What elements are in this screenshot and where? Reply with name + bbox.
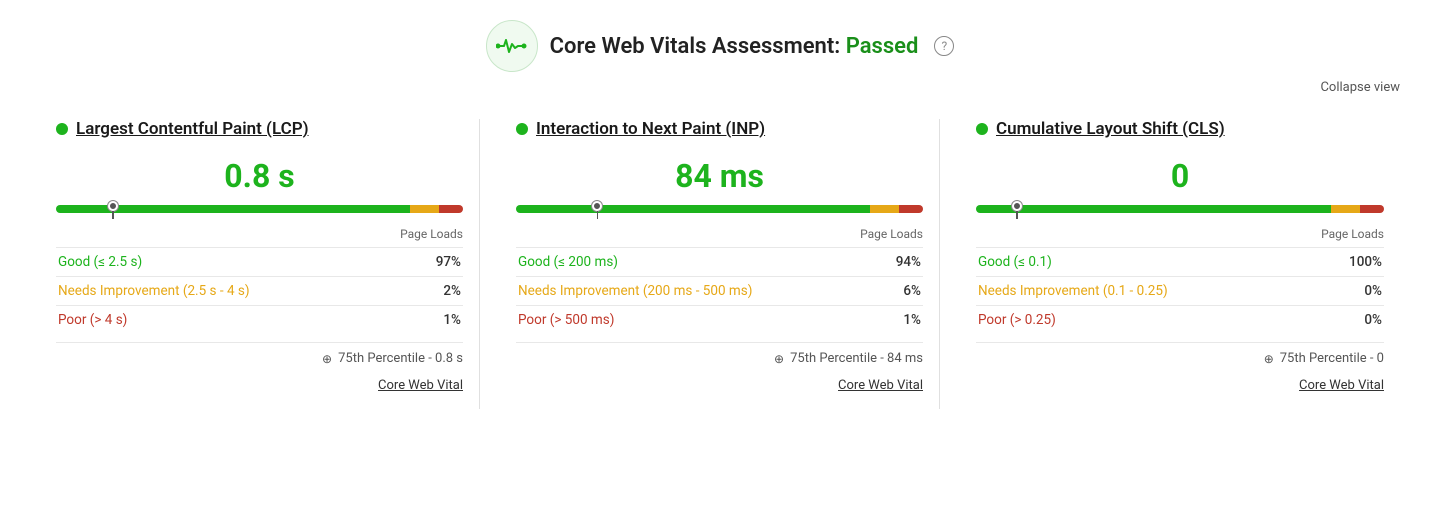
cwv-link-row-cls: Core Web Vital	[976, 374, 1384, 393]
bar-pin-inp	[592, 201, 602, 219]
row-label-lcp-0: Good (≤ 2.5 s)	[56, 248, 410, 277]
row-value-inp-1: 6%	[878, 277, 923, 306]
help-icon[interactable]: ?	[934, 36, 954, 56]
metric-value-cls: 0	[976, 157, 1384, 195]
metric-title-lcp[interactable]: Largest Contentful Paint (LCP)	[76, 119, 309, 139]
metric-panel-lcp: Largest Contentful Paint (LCP) 0.8 s Page …	[40, 119, 480, 409]
page-loads-label-lcp: Page Loads	[56, 227, 463, 241]
percentile-text-lcp: 75th Percentile - 0.8 s	[338, 351, 463, 366]
vitals-icon	[486, 20, 538, 72]
metric-panel-cls: Cumulative Layout Shift (CLS) 0 Page Loads…	[960, 119, 1400, 409]
percentile-row-inp: ⊕ 75th Percentile - 84 ms	[516, 342, 923, 366]
page-loads-label-inp: Page Loads	[516, 227, 923, 241]
cwv-link-row-inp: Core Web Vital	[516, 374, 923, 393]
bar-container-cls	[976, 205, 1384, 221]
cwv-link-cls[interactable]: Core Web Vital	[1299, 378, 1384, 393]
pin-icon-inp: ⊕	[774, 352, 784, 366]
row-label-inp-1: Needs Improvement (200 ms - 500 ms)	[516, 277, 878, 306]
metric-panel-inp: Interaction to Next Paint (INP) 84 ms Page…	[500, 119, 940, 409]
bar-wrapper-lcp	[56, 205, 463, 221]
stats-table-cls: Good (≤ 0.1)100%Needs Improvement (0.1 -…	[976, 247, 1384, 334]
bar-track-inp	[516, 205, 923, 213]
table-row: Poor (> 0.25)0%	[976, 306, 1384, 335]
bar-wrapper-inp	[516, 205, 923, 221]
row-value-cls-1: 0%	[1319, 277, 1384, 306]
row-value-lcp-1: 2%	[410, 277, 463, 306]
cwv-link-row-lcp: Core Web Vital	[56, 374, 463, 393]
bar-orange-lcp	[410, 205, 438, 213]
table-row: Good (≤ 2.5 s)97%	[56, 248, 463, 277]
page-header: Core Web Vitals Assessment: Passed ?	[40, 20, 1400, 72]
table-row: Poor (> 500 ms)1%	[516, 306, 923, 335]
bar-red-cls	[1360, 205, 1384, 213]
page-title: Core Web Vitals Assessment: Passed	[550, 34, 919, 59]
table-row: Needs Improvement (200 ms - 500 ms)6%	[516, 277, 923, 306]
metric-value-inp: 84 ms	[516, 157, 923, 195]
metric-title-row-inp: Interaction to Next Paint (INP)	[516, 119, 923, 139]
cwv-link-lcp[interactable]: Core Web Vital	[378, 378, 463, 393]
status-dot-inp	[516, 123, 528, 135]
row-label-inp-2: Poor (> 500 ms)	[516, 306, 878, 335]
row-label-cls-1: Needs Improvement (0.1 - 0.25)	[976, 277, 1319, 306]
bar-track-cls	[976, 205, 1384, 213]
page-loads-label-cls: Page Loads	[976, 227, 1384, 241]
collapse-row: Collapse view	[40, 80, 1400, 95]
pin-icon-cls: ⊕	[1264, 352, 1274, 366]
table-row: Good (≤ 200 ms)94%	[516, 248, 923, 277]
table-row: Needs Improvement (0.1 - 0.25)0%	[976, 277, 1384, 306]
row-value-inp-2: 1%	[878, 306, 923, 335]
row-label-cls-0: Good (≤ 0.1)	[976, 248, 1319, 277]
bar-wrapper-cls	[976, 205, 1384, 221]
bar-container-lcp	[56, 205, 463, 221]
metrics-grid: Largest Contentful Paint (LCP) 0.8 s Page …	[40, 119, 1400, 409]
table-row: Needs Improvement (2.5 s - 4 s)2%	[56, 277, 463, 306]
row-label-inp-0: Good (≤ 200 ms)	[516, 248, 878, 277]
row-label-lcp-2: Poor (> 4 s)	[56, 306, 410, 335]
bar-container-inp	[516, 205, 923, 221]
row-value-lcp-2: 1%	[410, 306, 463, 335]
percentile-row-lcp: ⊕ 75th Percentile - 0.8 s	[56, 342, 463, 366]
bar-orange-inp	[870, 205, 898, 213]
stats-table-inp: Good (≤ 200 ms)94%Needs Improvement (200…	[516, 247, 923, 334]
bar-green-cls	[976, 205, 1331, 213]
bar-orange-cls	[1331, 205, 1360, 213]
row-label-lcp-1: Needs Improvement (2.5 s - 4 s)	[56, 277, 410, 306]
row-value-cls-0: 100%	[1319, 248, 1384, 277]
bar-pin-cls	[1012, 201, 1022, 219]
bar-green-inp	[516, 205, 870, 213]
row-label-cls-2: Poor (> 0.25)	[976, 306, 1319, 335]
percentile-text-cls: 75th Percentile - 0	[1280, 351, 1384, 366]
stats-table-lcp: Good (≤ 2.5 s)97%Needs Improvement (2.5 …	[56, 247, 463, 334]
status-dot-lcp	[56, 123, 68, 135]
table-row: Good (≤ 0.1)100%	[976, 248, 1384, 277]
bar-red-lcp	[439, 205, 463, 213]
cwv-link-inp[interactable]: Core Web Vital	[838, 378, 923, 393]
metric-title-inp[interactable]: Interaction to Next Paint (INP)	[536, 119, 765, 139]
percentile-text-inp: 75th Percentile - 84 ms	[790, 351, 923, 366]
metric-title-cls[interactable]: Cumulative Layout Shift (CLS)	[996, 119, 1225, 139]
metric-value-lcp: 0.8 s	[56, 157, 463, 195]
pin-icon-lcp: ⊕	[322, 352, 332, 366]
row-value-inp-0: 94%	[878, 248, 923, 277]
status-dot-cls	[976, 123, 988, 135]
bar-pin-lcp	[108, 201, 118, 219]
percentile-row-cls: ⊕ 75th Percentile - 0	[976, 342, 1384, 366]
metric-title-row-lcp: Largest Contentful Paint (LCP)	[56, 119, 463, 139]
bar-red-inp	[899, 205, 923, 213]
metric-title-row-cls: Cumulative Layout Shift (CLS)	[976, 119, 1384, 139]
row-value-lcp-0: 97%	[410, 248, 463, 277]
collapse-link[interactable]: Collapse view	[1320, 80, 1400, 95]
table-row: Poor (> 4 s)1%	[56, 306, 463, 335]
row-value-cls-2: 0%	[1319, 306, 1384, 335]
